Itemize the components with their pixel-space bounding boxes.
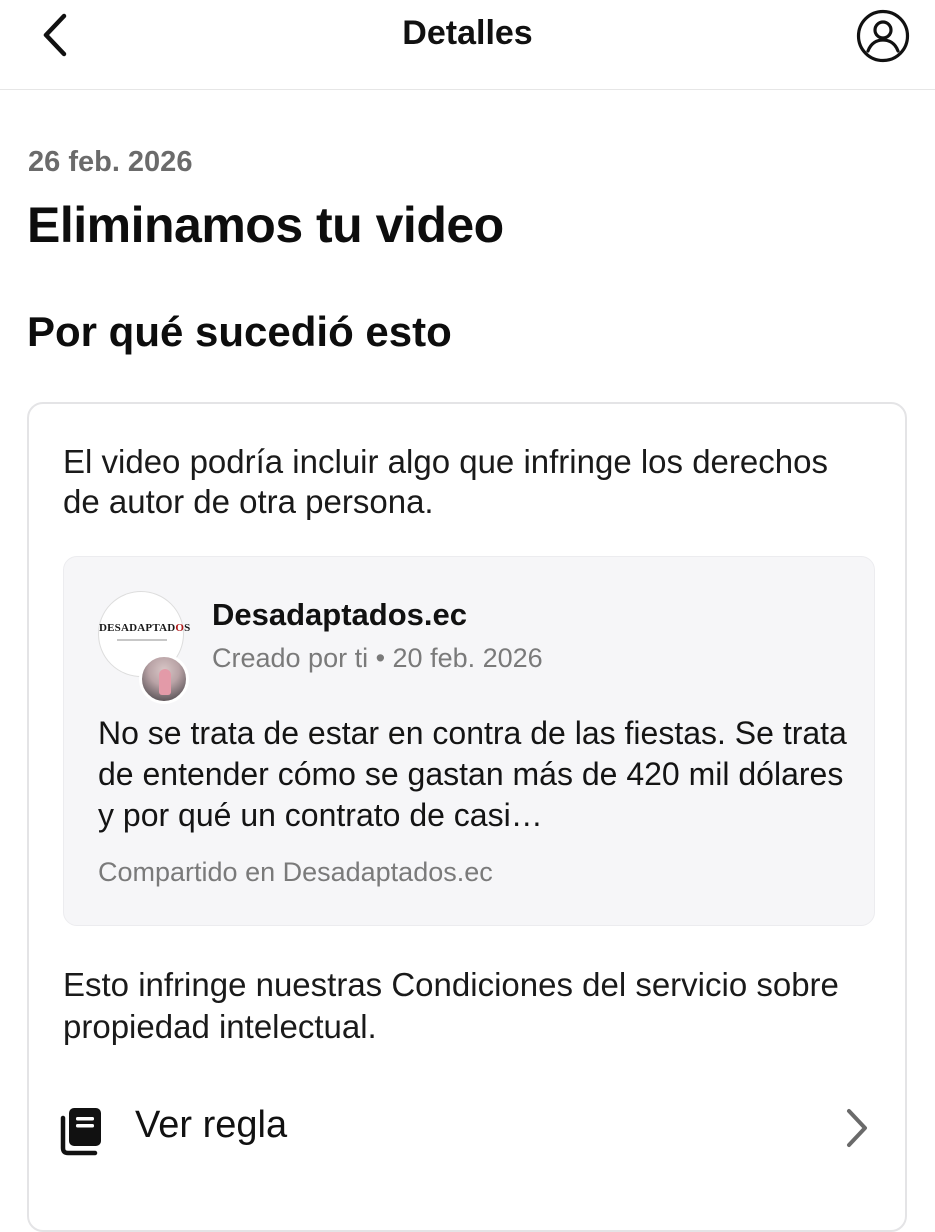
details-card: El video podría incluir algo que infring…	[27, 402, 907, 1232]
user-circle-icon	[856, 9, 910, 63]
avatar: DESADAPTADOS	[98, 591, 191, 704]
profile-button[interactable]	[855, 8, 911, 64]
avatar-logo: DESADAPTADOS	[99, 622, 191, 634]
post-shared-in: Compartido en Desadaptados.ec	[98, 857, 493, 887]
post-thumbnail	[139, 654, 189, 704]
thumbnail-figure	[159, 669, 171, 695]
page-title: Detalles	[402, 14, 533, 52]
notice-date: 26 feb. 2026	[28, 146, 193, 178]
book-icon	[60, 1108, 101, 1156]
avatar-logo-underline	[117, 639, 167, 641]
chevron-right-icon	[847, 1109, 867, 1147]
policy-text: Esto infringe nuestras Condiciones del s…	[63, 966, 839, 1045]
notice-headline: Eliminamos tu video	[27, 197, 504, 253]
view-rule-label: Ver regla	[135, 1104, 288, 1146]
post-author: Desadaptados.ec	[212, 597, 467, 632]
post-preview[interactable]: DESADAPTADOS Desadaptados.ec Creado por …	[63, 556, 875, 926]
view-rule-button[interactable]: Ver regla	[29, 1084, 905, 1174]
section-title: Por qué sucedió esto	[27, 308, 452, 355]
top-navigation-bar: Detalles	[0, 0, 935, 90]
post-text: No se trata de estar en contra de las fi…	[98, 715, 847, 833]
removal-reason: El video podría incluir algo que infring…	[63, 443, 828, 520]
post-meta: Creado por ti • 20 feb. 2026	[212, 643, 543, 673]
